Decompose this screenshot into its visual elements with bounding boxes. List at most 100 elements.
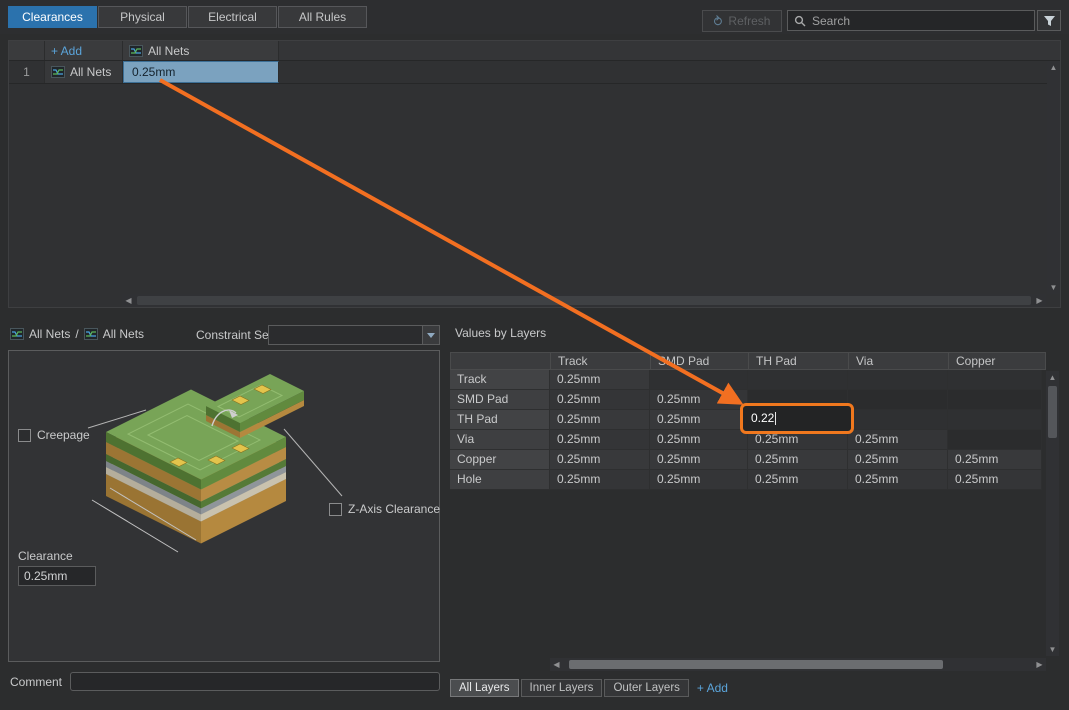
filter-funnel-icon (1043, 15, 1055, 26)
matrix-corner-header (451, 353, 551, 369)
matrix-cell[interactable]: 0.25mm (550, 450, 650, 470)
net-icon (83, 328, 98, 340)
refresh-label: Refresh (728, 14, 771, 28)
matrix-cell[interactable]: 0.25mm (848, 450, 948, 470)
matrix-row-track: Track 0.25mm (450, 370, 1046, 390)
column-header-copper: Copper (956, 354, 996, 368)
scroll-down-icon[interactable]: ▼ (1047, 281, 1060, 294)
matrix-cell[interactable]: 0.25mm (550, 370, 650, 390)
search-input[interactable] (812, 13, 1028, 28)
constraint-set-dropdown[interactable] (268, 325, 440, 345)
matrix-cell (948, 370, 1042, 390)
scroll-up-icon[interactable]: ▲ (1046, 371, 1059, 384)
net-to-label: All Nets (102, 327, 145, 341)
filter-button[interactable] (1037, 10, 1061, 31)
matrix-cell[interactable]: 0.25mm (550, 390, 650, 410)
matrix-cell (748, 370, 848, 390)
tab-electrical[interactable]: Electrical (188, 6, 277, 28)
rule-net-cell[interactable]: All Nets (45, 61, 123, 83)
matrix-cell[interactable]: 0.25mm (650, 430, 748, 450)
matrix-cell[interactable]: 0.25mm (650, 390, 748, 410)
scrollbar-thumb[interactable] (569, 660, 943, 669)
tab-outer-layers[interactable]: Outer Layers (604, 679, 689, 697)
search-icon (794, 15, 806, 26)
edit-value: 0.22 (751, 411, 775, 425)
matrix-row-hole: Hole 0.25mm 0.25mm 0.25mm 0.25mm 0.25mm (450, 470, 1046, 490)
add-rule-label: + Add (51, 43, 83, 58)
rules-grid-corner (9, 41, 45, 60)
zaxis-clearance-checkbox[interactable] (329, 502, 342, 516)
scrollbar-thumb[interactable] (1048, 386, 1057, 438)
matrix-cell[interactable]: 0.25mm (650, 410, 748, 430)
scroll-right-icon[interactable]: ▶ (1033, 294, 1046, 307)
matrix-cell (650, 370, 748, 390)
layer-scope-tabs: All Layers Inner Layers Outer Layers + A… (450, 679, 734, 697)
scrollbar-track (1047, 74, 1060, 281)
tab-clearances[interactable]: Clearances (8, 6, 97, 28)
add-rule-column-header[interactable]: + Add (45, 41, 123, 60)
matrix-cell[interactable]: 0.25mm (748, 450, 848, 470)
net-icon (10, 328, 24, 340)
matrix-cell (948, 430, 1042, 450)
tab-all-rules[interactable]: All Rules (278, 6, 367, 28)
matrix-cell-editing[interactable]: 0.22 (740, 403, 854, 434)
values-by-layers-table: Track SMD Pad TH Pad Via Copper Track 0.… (450, 352, 1046, 490)
rules-grid-vscrollbar[interactable]: ▲ ▼ (1047, 61, 1060, 294)
row-number[interactable]: 1 (9, 61, 45, 83)
rules-grid-hscrollbar[interactable]: ◀ ▶ (122, 294, 1046, 307)
th-pad-edit-input[interactable]: 0.22 (740, 403, 854, 434)
creepage-option: Creepage (18, 428, 90, 442)
values-table-hscrollbar[interactable]: ◀ ▶ (550, 658, 1046, 671)
matrix-cell (948, 410, 1042, 430)
add-layer-tab-button[interactable]: + Add (691, 681, 734, 695)
matrix-cell[interactable]: 0.25mm (848, 430, 948, 450)
matrix-cell[interactable]: 0.25mm (748, 470, 848, 490)
rule-clearance-cell-selected[interactable]: 0.25mm (123, 61, 279, 83)
matrix-cell[interactable]: 0.25mm (948, 470, 1042, 490)
matrix-cell (848, 390, 948, 410)
refresh-icon: ⥁ (713, 13, 723, 29)
column-header-smd-pad: SMD Pad (651, 353, 749, 369)
dropdown-button[interactable] (422, 326, 439, 344)
scroll-left-icon[interactable]: ◀ (122, 294, 135, 307)
scroll-up-icon[interactable]: ▲ (1047, 61, 1060, 74)
rules-grid-header: + Add All Nets (9, 41, 1060, 61)
matrix-cell[interactable]: 0.25mm (550, 430, 650, 450)
rule-row: 1 All Nets 0.25mm (9, 61, 1060, 84)
zaxis-clearance-option: Z-Axis Clearance (329, 502, 440, 516)
values-by-layers-header: Track SMD Pad TH Pad Via Copper (450, 352, 1046, 370)
values-table-vscrollbar[interactable]: ▲ ▼ (1046, 371, 1059, 656)
matrix-cell[interactable]: 0.25mm (550, 410, 650, 430)
matrix-cell[interactable]: 0.25mm (948, 450, 1042, 470)
comment-input[interactable] (70, 672, 440, 691)
row-header: Track (450, 370, 550, 390)
matrix-cell[interactable]: 0.25mm (550, 470, 650, 490)
scroll-right-icon[interactable]: ▶ (1033, 658, 1046, 671)
matrix-cell[interactable]: 0.25mm (650, 450, 748, 470)
zaxis-clearance-label: Z-Axis Clearance (348, 502, 441, 516)
selected-rule-nets: All Nets / All Nets (10, 325, 144, 343)
net-icon (51, 66, 65, 78)
top-bar: Clearances Physical Electrical All Rules… (0, 0, 1069, 34)
net-column-header[interactable]: All Nets (123, 41, 279, 60)
matrix-cell[interactable]: 0.25mm (848, 470, 948, 490)
matrix-cell (848, 370, 948, 390)
scroll-left-icon[interactable]: ◀ (550, 658, 563, 671)
comment-label: Comment (10, 674, 63, 689)
net-icon (129, 44, 143, 57)
tab-all-layers[interactable]: All Layers (450, 679, 519, 697)
scrollbar-track (1046, 384, 1059, 643)
column-header-track: Track (551, 353, 651, 369)
refresh-button[interactable]: ⥁ Refresh (702, 10, 782, 32)
column-header-via: Via (849, 353, 949, 369)
tab-physical[interactable]: Physical (98, 6, 187, 28)
constraint-set-label: Constraint Set (196, 328, 273, 342)
creepage-checkbox[interactable] (18, 428, 31, 442)
pcb-rules-panel: Clearances Physical Electrical All Rules… (0, 0, 1069, 710)
row-header: Hole (450, 470, 550, 490)
clearance-input[interactable] (18, 566, 96, 586)
matrix-cell[interactable]: 0.25mm (650, 470, 748, 490)
scrollbar-thumb[interactable] (137, 296, 1031, 305)
scroll-down-icon[interactable]: ▼ (1046, 643, 1059, 656)
tab-inner-layers[interactable]: Inner Layers (520, 679, 603, 697)
